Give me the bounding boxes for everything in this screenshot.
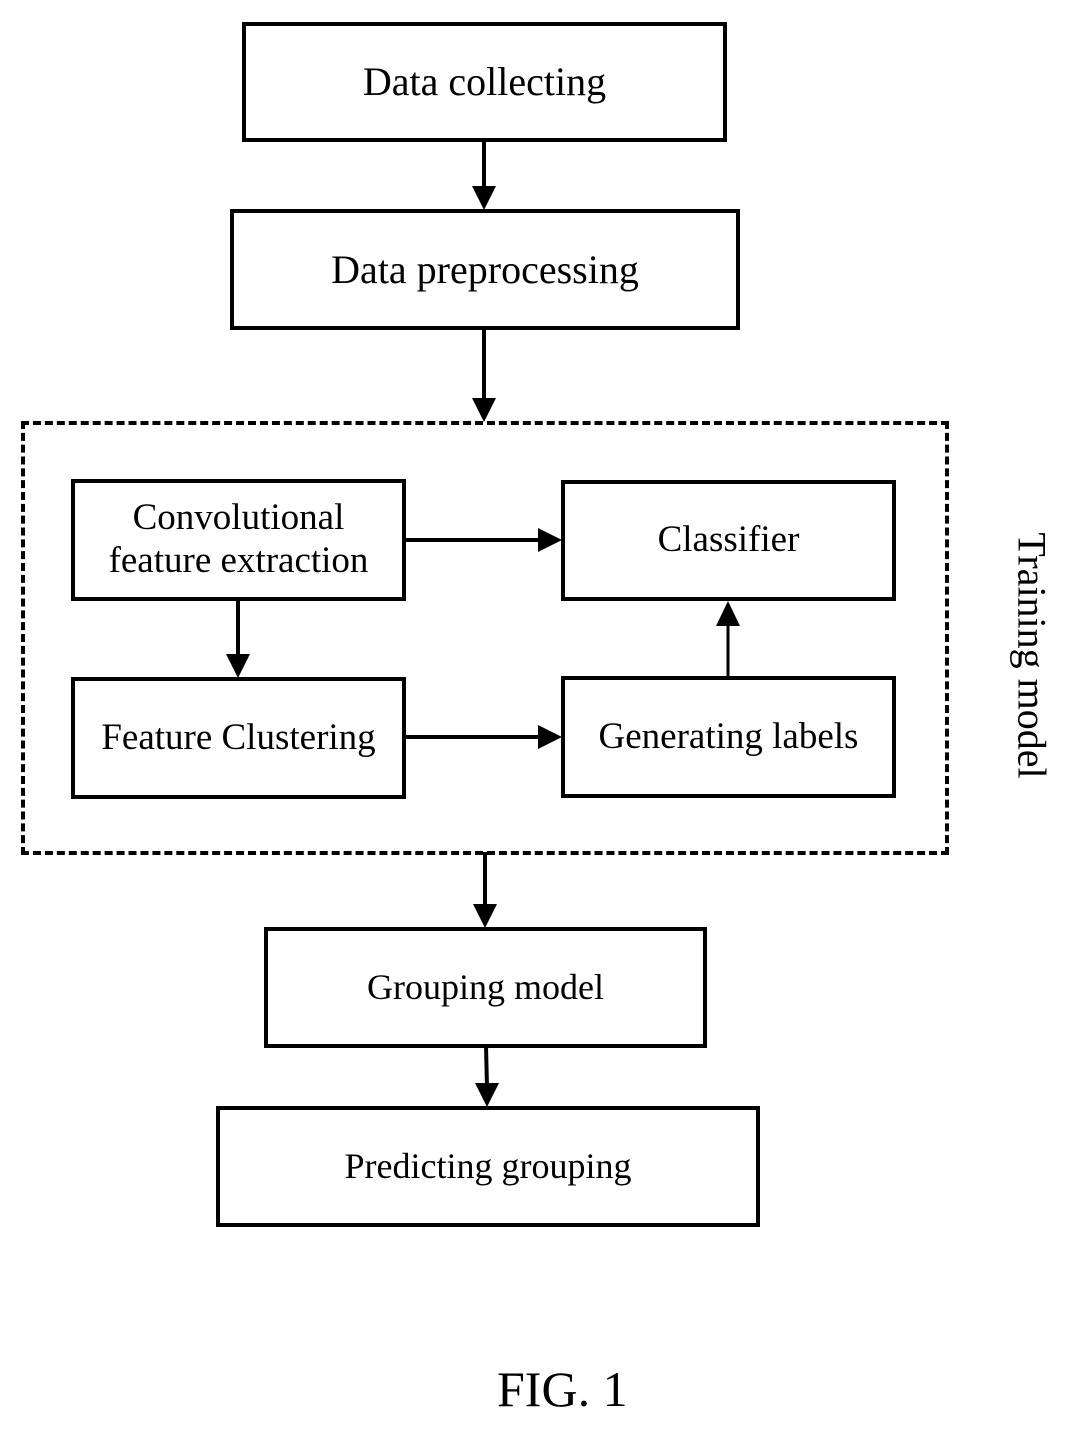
node-label: Data preprocessing: [331, 246, 639, 292]
node-data-collecting: Data collecting: [242, 22, 727, 142]
node-label-line-2: feature extraction: [108, 540, 369, 581]
node-data-preprocessing: Data preprocessing: [230, 209, 740, 330]
arrow-collecting-to-preprocessing: [472, 140, 496, 210]
node-label: Predicting grouping: [344, 1145, 632, 1186]
node-label: Data collecting: [362, 59, 607, 104]
arrow-grouping-to-predicting: [475, 1045, 499, 1107]
node-generating-labels: Generating labels: [561, 676, 896, 798]
arrow-preprocessing-to-training: [472, 328, 496, 422]
node-feature-clustering: Feature Clustering: [71, 677, 406, 799]
node-label-line-1: Convolutional: [132, 497, 345, 539]
node-classifier: Classifier: [561, 480, 896, 601]
node-predicting-grouping: Predicting grouping: [216, 1106, 760, 1227]
node-grouping-model: Grouping model: [264, 927, 707, 1048]
node-label: Feature Clustering: [101, 716, 376, 758]
node-label: Classifier: [657, 519, 800, 561]
node-label: Grouping model: [367, 966, 604, 1007]
node-label: Generating labels: [598, 715, 859, 757]
arrow-training-to-grouping: [473, 852, 497, 928]
figure-caption: FIG. 1: [497, 1361, 628, 1417]
node-conv-feature-extraction: Convolutional feature extraction: [71, 479, 406, 601]
group-label-training-model: Training model: [1009, 531, 1055, 779]
